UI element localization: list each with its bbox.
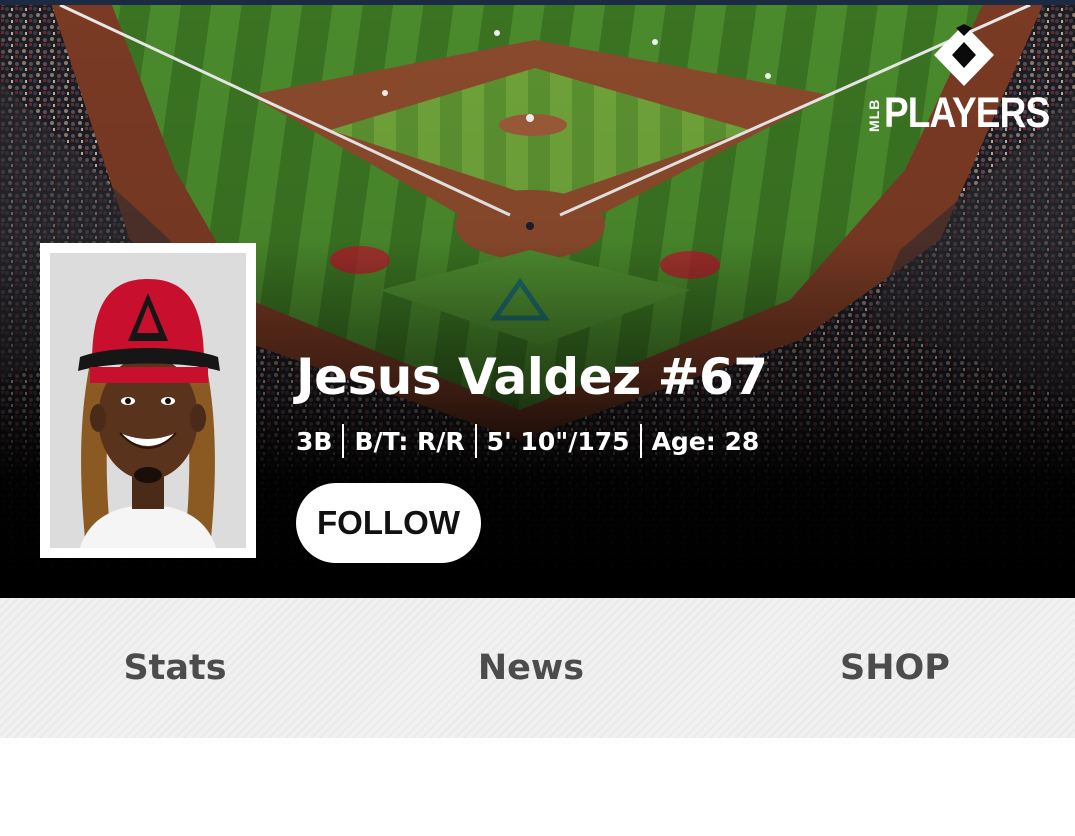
player-position: 3B [296, 426, 333, 456]
meta-divider [639, 424, 642, 458]
tab-news[interactable]: News [356, 598, 706, 738]
tab-shop[interactable]: SHOP [720, 598, 1070, 738]
player-age: Age: 28 [651, 426, 760, 456]
mlb-players-logo[interactable]: MLB PLAYERS [862, 22, 1066, 138]
player-height-weight: 5' 10"/175 [486, 426, 630, 456]
player-headshot [50, 253, 246, 548]
player-name-heading: Jesus Valdez #67 [296, 348, 768, 406]
player-headshot-frame [40, 243, 256, 558]
follow-button[interactable]: FOLLOW [296, 483, 481, 563]
tab-stats[interactable]: Stats [0, 598, 350, 738]
meta-divider [474, 424, 477, 458]
logo-mlb-text: MLB [866, 98, 882, 132]
player-hero-banner: MLB PLAYERS Jesus Valdez #67 3B B/T: R/R… [0, 0, 1075, 598]
diamond-logo-icon [934, 24, 994, 86]
meta-divider [342, 424, 345, 458]
player-tab-bar: Stats News SHOP [0, 598, 1075, 738]
logo-players-text: PLAYERS [884, 89, 1050, 137]
player-meta-row: 3B B/T: R/R 5' 10"/175 Age: 28 [296, 422, 759, 460]
player-bats-throws: B/T: R/R [354, 426, 465, 456]
top-accent-bar [0, 0, 1075, 5]
